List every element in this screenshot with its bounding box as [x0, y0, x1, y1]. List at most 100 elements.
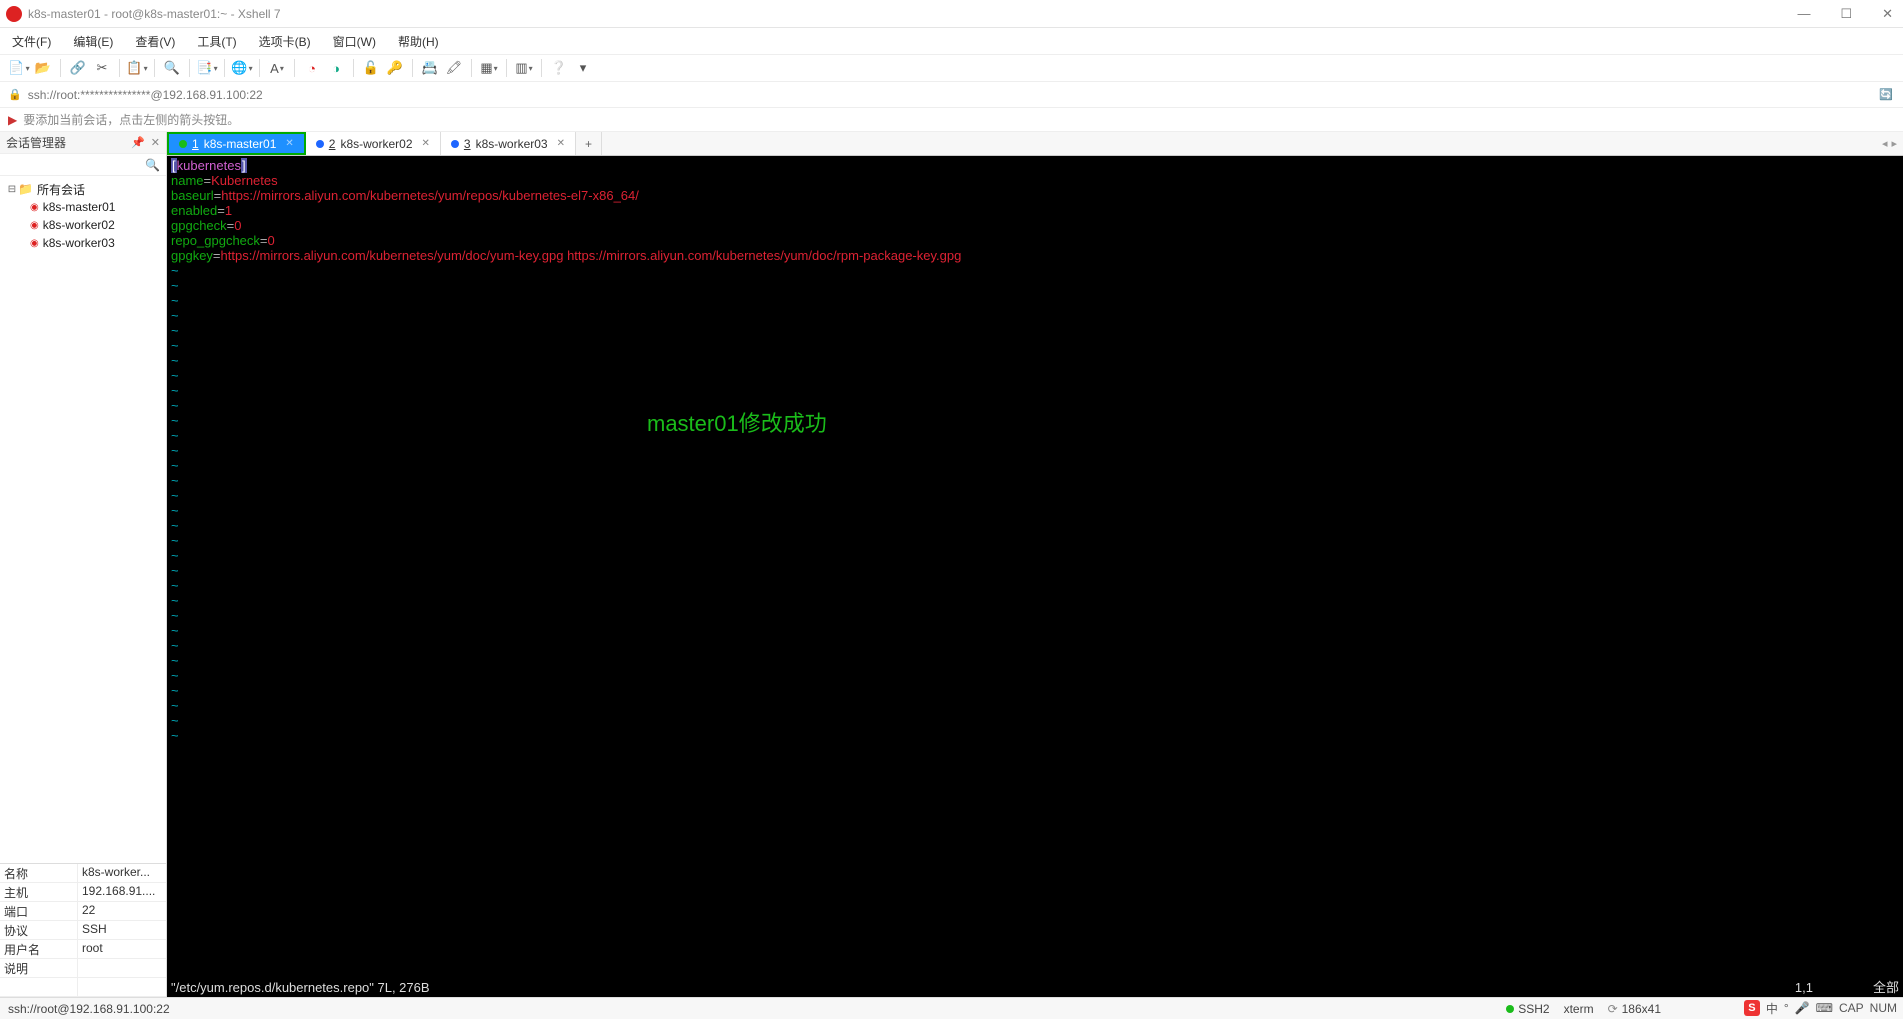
key-button[interactable]: 🔑 [384, 57, 406, 79]
minimize-button[interactable]: — [1793, 6, 1814, 22]
menu-window[interactable]: 窗口(W) [329, 31, 380, 52]
tab-close-icon[interactable]: ✕ [422, 138, 430, 149]
menu-help[interactable]: 帮助(H) [394, 31, 443, 52]
open-button[interactable]: 📂 [32, 57, 54, 79]
prop-value [78, 978, 166, 996]
address-text[interactable]: ssh://root:***************@192.168.91.10… [28, 88, 263, 102]
prop-key: 用户名 [0, 940, 78, 958]
tab-add-button[interactable]: + [576, 132, 602, 155]
prop-key: 端口 [0, 902, 78, 920]
tree-item-master01[interactable]: ◉ k8s-master01 [2, 198, 164, 216]
toolbar-separator [154, 59, 155, 77]
maximize-button[interactable]: ☐ [1836, 6, 1856, 22]
tree-root[interactable]: ⊟ 📁 所有会话 [2, 180, 164, 198]
toolbar-separator [412, 59, 413, 77]
xagent-button[interactable]: ◔ [301, 57, 323, 79]
lock-icon: 🔒 [8, 88, 22, 101]
tile-button[interactable]: ▥ [513, 57, 535, 79]
prop-row-desc: 说明 [0, 959, 166, 978]
pin-icon[interactable]: 📌 [131, 136, 145, 149]
prop-key [0, 978, 78, 996]
prop-key: 说明 [0, 959, 78, 977]
font-button[interactable]: A [266, 57, 288, 79]
highlight-button[interactable]: 🖍 [443, 57, 465, 79]
prop-row-port: 端口 22 [0, 902, 166, 921]
ime-zhong-icon[interactable]: 中 [1766, 1000, 1778, 1017]
xftp-button[interactable]: ◑ [325, 57, 347, 79]
annotation-overlay: master01修改成功 [647, 416, 827, 431]
menu-file[interactable]: 文件(F) [8, 31, 55, 52]
tab-k8s-master01[interactable]: 1 k8s-master01 ✕ [167, 132, 306, 155]
ime-mic-icon[interactable]: 🎤 [1795, 1001, 1810, 1015]
tab-bar: 1 k8s-master01 ✕ 2 k8s-worker02 ✕ 3 k8s-… [167, 132, 1903, 156]
prop-value: k8s-worker... [78, 864, 166, 882]
tree-item-label: k8s-worker03 [43, 236, 115, 250]
ime-keyboard-icon[interactable]: ⌨ [1816, 1001, 1833, 1015]
property-grid: 名称 k8s-worker... 主机 192.168.91.... 端口 22… [0, 863, 166, 997]
about-button[interactable]: ▾ [572, 57, 594, 79]
script-button[interactable]: 📇 [419, 57, 441, 79]
sidebar-search[interactable]: 🔍 [0, 154, 166, 176]
tab-label: k8s-worker03 [476, 137, 548, 151]
copy-button[interactable]: 📋 [126, 57, 148, 79]
sidebar-close-icon[interactable]: ✕ [151, 136, 160, 149]
reconnect-button[interactable]: 🔗 [67, 57, 89, 79]
tab-label: k8s-master01 [204, 137, 277, 151]
vim-mode: 全部 [1873, 980, 1899, 995]
status-ssh-text: SSH2 [1518, 1002, 1549, 1016]
ime-punct-icon[interactable]: ° [1784, 1001, 1789, 1015]
toolbar-separator [506, 59, 507, 77]
status-dot-icon [1506, 1005, 1514, 1013]
tab-k8s-worker02[interactable]: 2 k8s-worker02 ✕ [306, 132, 441, 155]
main-area: 1 k8s-master01 ✕ 2 k8s-worker02 ✕ 3 k8s-… [167, 132, 1903, 997]
disconnect-button[interactable]: ✂ [91, 57, 113, 79]
status-dot-icon [451, 140, 459, 148]
menu-tabs[interactable]: 选项卡(B) [255, 31, 315, 52]
tree-root-label: 所有会话 [37, 181, 85, 198]
tree-item-label: k8s-worker02 [43, 218, 115, 232]
terminal-line: [kubernetes] [171, 158, 1899, 173]
tab-num: 3 [464, 137, 471, 151]
status-dot-icon [316, 140, 324, 148]
prop-row-proto: 协议 SSH [0, 921, 166, 940]
tab-num: 2 [329, 137, 336, 151]
find-button[interactable]: 🔍 [161, 57, 183, 79]
tab-close-icon[interactable]: ✕ [285, 138, 293, 149]
ime-sogou-icon[interactable]: S [1744, 1000, 1760, 1016]
tab-close-icon[interactable]: ✕ [557, 138, 565, 149]
color-scheme-button[interactable]: 🌐 [231, 57, 253, 79]
tree-twisty-icon[interactable]: ⊟ [6, 184, 18, 195]
menu-view[interactable]: 查看(V) [131, 31, 179, 52]
lock-button[interactable]: 🔓 [360, 57, 382, 79]
help-button[interactable]: ❔ [548, 57, 570, 79]
menu-tools[interactable]: 工具(T) [193, 31, 240, 52]
menu-edit[interactable]: 编辑(E) [69, 31, 117, 52]
status-bar: ssh://root@192.168.91.100:22 SSH2 xterm … [0, 997, 1903, 1019]
session-icon: ◉ [30, 238, 39, 249]
status-dot-icon [179, 140, 187, 148]
caps-indicator: CAP [1839, 1001, 1864, 1015]
paste-button[interactable]: 📑 [196, 57, 218, 79]
status-connection-text: ssh://root@192.168.91.100:22 [8, 1002, 170, 1016]
toolbar-separator [189, 59, 190, 77]
status-ssh: SSH2 [1506, 1002, 1549, 1016]
prop-key: 主机 [0, 883, 78, 901]
status-size: ⟳186x41 [1608, 1002, 1661, 1016]
new-session-button[interactable]: 📄 [8, 57, 30, 79]
terminal[interactable]: [kubernetes] name=Kubernetes baseurl=htt… [167, 156, 1903, 997]
hint-text: 要添加当前会话，点击左侧的箭头按钮。 [23, 111, 239, 128]
tab-prev-icon[interactable]: ◂ [1882, 137, 1888, 150]
tab-next-icon[interactable]: ▸ [1891, 137, 1897, 150]
layout-button[interactable]: ▦ [478, 57, 500, 79]
status-size-text: 186x41 [1622, 1002, 1661, 1016]
close-button[interactable]: ✕ [1878, 6, 1897, 22]
tab-label: k8s-worker02 [340, 137, 412, 151]
tree-item-worker03[interactable]: ◉ k8s-worker03 [2, 234, 164, 252]
vim-tildes: ~~~~~~~~~~~~~~~~~~~~~~~~~~~~~~~~ [171, 263, 1899, 743]
tab-k8s-worker03[interactable]: 3 k8s-worker03 ✕ [441, 132, 576, 155]
tree-item-label: k8s-master01 [43, 200, 116, 214]
tree-item-worker02[interactable]: ◉ k8s-worker02 [2, 216, 164, 234]
terminal-line: enabled=1 [171, 203, 1899, 218]
prop-key: 名称 [0, 864, 78, 882]
reconnect-icon[interactable]: 🔄 [1877, 86, 1895, 104]
